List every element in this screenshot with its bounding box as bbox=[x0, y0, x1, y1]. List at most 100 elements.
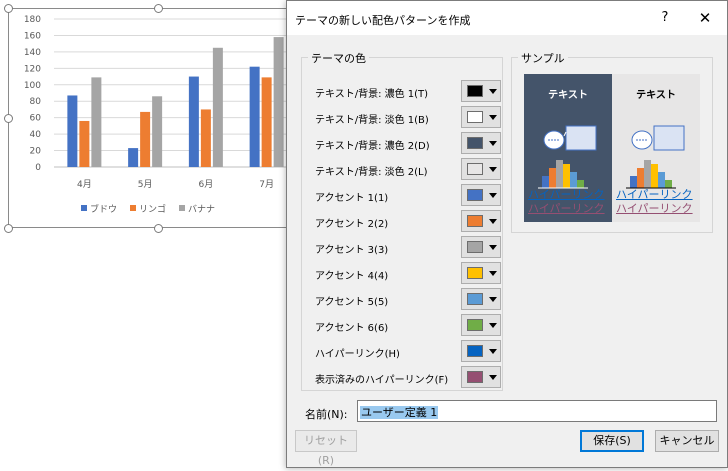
color-picker-button[interactable] bbox=[461, 366, 501, 388]
name-input[interactable]: ユーザー定義 1 bbox=[357, 400, 717, 422]
dropdown-arrow-icon bbox=[489, 349, 497, 354]
color-swatch bbox=[467, 319, 483, 331]
color-row-label: アクセント 5(5) bbox=[315, 297, 389, 308]
theme-colors-group-label: テーマの色 bbox=[308, 50, 369, 66]
color-picker-button[interactable] bbox=[461, 158, 501, 180]
y-tick-label: 60 bbox=[30, 114, 42, 124]
color-swatch bbox=[467, 345, 483, 357]
color-swatch bbox=[467, 85, 483, 97]
dropdown-arrow-icon bbox=[489, 115, 497, 120]
dropdown-arrow-icon bbox=[489, 193, 497, 198]
close-button[interactable]: ✕ bbox=[691, 7, 719, 29]
color-row-label: 表示済みのハイパーリンク(F) bbox=[315, 375, 449, 386]
dialog-titlebar: テーマの新しい配色パターンを作成 ? ✕ bbox=[287, 1, 727, 35]
name-label: 名前(N): bbox=[305, 408, 348, 421]
dropdown-arrow-icon bbox=[489, 141, 497, 146]
color-row: ハイパーリンク(H) bbox=[315, 340, 505, 362]
bar-chart: 0 20 40 60 80 100 120 140 160 180 4月 5月 6月 7月ブドウ リンゴ バナ… bbox=[24, 15, 297, 215]
bar bbox=[91, 77, 102, 167]
help-button[interactable]: ? bbox=[651, 7, 679, 29]
color-picker-button[interactable] bbox=[461, 106, 501, 128]
y-tick-label: 160 bbox=[24, 31, 41, 41]
bar bbox=[200, 109, 211, 167]
y-tick-label: 180 bbox=[24, 15, 41, 25]
color-picker-button[interactable] bbox=[461, 262, 501, 284]
sample-rectangle bbox=[565, 125, 597, 151]
y-tick-label: 120 bbox=[24, 64, 41, 74]
legend-label: ブドウ bbox=[90, 203, 117, 215]
resize-handle-top-middle[interactable] bbox=[154, 4, 163, 13]
color-swatch bbox=[467, 137, 483, 149]
bar bbox=[128, 148, 139, 167]
bar bbox=[152, 96, 163, 167]
color-swatch bbox=[467, 371, 483, 383]
legend-swatch bbox=[130, 205, 136, 211]
x-tick-label: 7月 bbox=[259, 179, 274, 190]
chart-frame[interactable]: 0 20 40 60 80 100 120 140 160 180 4月 5月 6月 7月 ブドウ リンゴ バナ… bbox=[4, 4, 308, 233]
dropdown-arrow-icon bbox=[489, 271, 497, 276]
color-row: アクセント 3(3) bbox=[315, 236, 505, 258]
color-row-label: テキスト/背景: 濃色 2(D) bbox=[315, 141, 430, 152]
bar bbox=[261, 77, 272, 167]
bar bbox=[79, 120, 90, 167]
x-tick-label: 4月 bbox=[77, 179, 92, 190]
bar bbox=[188, 76, 199, 167]
bar bbox=[212, 47, 223, 167]
color-picker-button[interactable] bbox=[461, 236, 501, 258]
y-tick-label: 80 bbox=[30, 97, 42, 107]
dropdown-arrow-icon bbox=[489, 323, 497, 328]
color-picker-button[interactable] bbox=[461, 132, 501, 154]
color-row: テキスト/背景: 淡色 2(L) bbox=[315, 158, 505, 180]
bar bbox=[140, 111, 151, 167]
sample-rectangle bbox=[653, 125, 685, 151]
color-row: アクセント 1(1) bbox=[315, 184, 505, 206]
color-swatch bbox=[467, 241, 483, 253]
y-tick-label: 20 bbox=[30, 147, 42, 157]
cancel-button[interactable]: キャンセル bbox=[655, 430, 719, 452]
color-picker-button[interactable] bbox=[461, 80, 501, 102]
theme-colors-group: テーマの色 テキスト/背景: 濃色 1(T) テキスト/背景: 淡色 1(B) テキ… bbox=[301, 50, 505, 391]
legend-label: バナナ bbox=[188, 204, 215, 215]
legend-label: リンゴ bbox=[139, 203, 166, 215]
bar bbox=[249, 66, 260, 167]
create-theme-colors-dialog: テーマの新しい配色パターンを作成 ? ✕ テーマの色 テキスト/背景: 濃色 1… bbox=[286, 0, 728, 468]
sample-preview-dark: テキスト ハイパーリンク ハイパーリンク bbox=[524, 74, 612, 222]
color-picker-button[interactable] bbox=[461, 288, 501, 310]
y-tick-label: 100 bbox=[24, 81, 41, 91]
color-swatch bbox=[467, 215, 483, 227]
color-swatch bbox=[467, 163, 483, 175]
color-row-label: テキスト/背景: 濃色 1(T) bbox=[315, 89, 429, 100]
sample-preview-light: テキスト ハイパーリンク ハイパーリンク bbox=[612, 74, 700, 222]
color-row: 表示済みのハイパーリンク(F) bbox=[315, 366, 505, 388]
color-swatch bbox=[467, 189, 483, 201]
reset-button[interactable]: リセット(R) bbox=[295, 430, 357, 467]
save-button[interactable]: 保存(S) bbox=[580, 430, 644, 452]
color-picker-button[interactable] bbox=[461, 314, 501, 336]
dropdown-arrow-icon bbox=[489, 245, 497, 250]
dropdown-arrow-icon bbox=[489, 89, 497, 94]
bar bbox=[273, 37, 284, 167]
color-row: アクセント 4(4) bbox=[315, 262, 505, 284]
y-tick-label: 40 bbox=[30, 130, 42, 140]
color-swatch bbox=[467, 293, 483, 305]
bar bbox=[67, 95, 78, 167]
color-picker-button[interactable] bbox=[461, 340, 501, 362]
color-row: テキスト/背景: 濃色 1(T) bbox=[315, 80, 505, 102]
sample-followed-hyperlink: ハイパーリンク bbox=[528, 202, 605, 215]
color-picker-button[interactable] bbox=[461, 210, 501, 232]
color-picker-button[interactable] bbox=[461, 184, 501, 206]
dropdown-arrow-icon bbox=[489, 167, 497, 172]
color-row-label: アクセント 3(3) bbox=[315, 245, 389, 256]
color-row-label: テキスト/背景: 淡色 1(B) bbox=[315, 115, 429, 126]
dropdown-arrow-icon bbox=[489, 297, 497, 302]
color-row-label: アクセント 6(6) bbox=[315, 323, 389, 334]
legend-swatch bbox=[81, 205, 87, 211]
resize-handle-bottom-middle[interactable] bbox=[154, 224, 163, 233]
resize-handle-bottom-left[interactable] bbox=[4, 224, 13, 233]
sample-text: テキスト bbox=[548, 90, 588, 101]
resize-handle-top-left[interactable] bbox=[4, 4, 13, 13]
color-row-label: アクセント 2(2) bbox=[315, 219, 389, 230]
resize-handle-middle-left[interactable] bbox=[4, 114, 13, 123]
x-tick-label: 6月 bbox=[199, 179, 214, 190]
color-swatch bbox=[467, 111, 483, 123]
